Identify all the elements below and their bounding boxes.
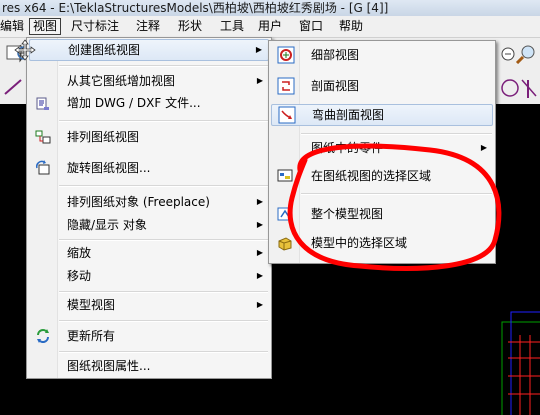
- submenu-arrow-icon: ▶: [256, 76, 263, 85]
- menu-item-arrange-views[interactable]: 排列图纸视图: [29, 126, 269, 148]
- submenu-arrow-icon: ▶: [256, 220, 263, 229]
- menu-item-curved-section-view[interactable]: 弯曲剖面视图: [271, 104, 493, 126]
- menu-item-model-view[interactable]: 模型视图 ▶: [29, 294, 269, 316]
- menu-item-add-view-from-other[interactable]: 从其它图纸增加视图 ▶: [29, 70, 269, 92]
- arrange-views-icon: [35, 130, 51, 144]
- menu-item-label: 排列图纸视图: [67, 130, 140, 144]
- menu-item-zoom[interactable]: 缩放 ▶: [29, 242, 269, 264]
- menu-item-label: 图纸中的零件: [311, 141, 384, 155]
- update-all-icon: [37, 329, 49, 343]
- menu-separator: [59, 351, 268, 353]
- submenu-arrow-icon: ▶: [256, 300, 263, 309]
- area-in-model-icon: [278, 237, 292, 251]
- menu-separator: [301, 193, 492, 195]
- menu-separator: [59, 291, 268, 293]
- create-view-submenu: 细部视图 剖面视图 弯曲剖面视图 图纸中的零件 ▶ 在图纸视图的选择区域 整个模…: [268, 40, 496, 264]
- menu-item-label: 整个模型视图: [311, 207, 384, 221]
- menu-item-section-view[interactable]: 剖面视图: [271, 75, 493, 97]
- menu-item-parts-in-drawing[interactable]: 图纸中的零件 ▶: [271, 137, 493, 159]
- menu-separator: [59, 120, 268, 122]
- menu-item-detail-view[interactable]: 细部视图: [271, 44, 493, 66]
- menu-item-label: 细部视图: [311, 48, 360, 62]
- menu-item-label: 更新所有: [67, 329, 116, 343]
- menu-item-label: 隐藏/显示 对象: [67, 218, 147, 232]
- menu-separator: [301, 133, 492, 135]
- menu-item-label: 在图纸视图的选择区域: [311, 169, 432, 183]
- menu-item-label: 创建图纸视图: [68, 43, 141, 57]
- rotate-view-icon: [36, 160, 50, 175]
- menu-item-label: 弯曲剖面视图: [312, 108, 385, 122]
- detail-view-icon: [277, 46, 295, 64]
- menu-item-label: 图纸视图属性...: [67, 359, 151, 373]
- menu-separator: [59, 239, 268, 241]
- curved-section-view-icon: [278, 106, 296, 124]
- menu-item-hide-show-objects[interactable]: 隐藏/显示 对象 ▶: [29, 214, 269, 236]
- submenu-arrow-icon: ▶: [256, 271, 263, 280]
- whole-model-view-icon: [277, 207, 291, 221]
- menu-item-label: 剖面视图: [311, 79, 360, 93]
- submenu-arrow-icon: ▶: [255, 45, 262, 54]
- dwg-file-icon: [36, 97, 49, 110]
- menu-item-create-drawing-view[interactable]: 创建图纸视图 ▶: [14, 39, 269, 61]
- menu-item-whole-model-view[interactable]: 整个模型视图: [271, 203, 493, 225]
- menu-item-label: 从其它图纸增加视图: [67, 74, 176, 88]
- submenu-arrow-icon: ▶: [480, 143, 487, 152]
- menu-item-label: 模型中的选择区域: [311, 236, 408, 250]
- menu-item-area-in-model[interactable]: 模型中的选择区域: [271, 232, 493, 254]
- menu-item-label: 模型视图: [67, 298, 116, 312]
- menu-item-update-all[interactable]: 更新所有: [29, 325, 269, 347]
- menu-item-arrange-objects-freeplace[interactable]: 排列图纸对象 (Freeplace) ▶: [29, 191, 269, 213]
- menu-separator: [59, 185, 268, 187]
- menu-separator: [59, 320, 268, 322]
- submenu-arrow-icon: ▶: [256, 248, 263, 257]
- submenu-arrow-icon: ▶: [256, 197, 263, 206]
- menu-item-label: 增加 DWG / DXF 文件...: [67, 96, 201, 110]
- menu-item-label: 缩放: [67, 246, 92, 260]
- menu-item-label: 移动: [67, 269, 92, 283]
- menu-item-area-in-drawing-view[interactable]: 在图纸视图的选择区域: [271, 165, 493, 187]
- area-in-view-icon: [277, 169, 293, 182]
- menu-item-move[interactable]: 移动 ▶: [29, 265, 269, 287]
- menu-separator: [59, 65, 268, 67]
- menu-item-label: 旋转图纸视图...: [67, 161, 151, 175]
- section-view-icon: [277, 77, 295, 95]
- menu-item-rotate-view[interactable]: 旋转图纸视图...: [29, 157, 269, 179]
- view-menu-dropdown: 创建图纸视图 ▶ 从其它图纸增加视图 ▶ 增加 DWG / DXF 文件... …: [14, 37, 272, 379]
- move-view-icon: [14, 39, 36, 61]
- menu-item-add-dwg-dxf[interactable]: 增加 DWG / DXF 文件...: [29, 92, 269, 114]
- menu-item-drawing-view-properties[interactable]: 图纸视图属性...: [29, 355, 269, 377]
- menu-item-label: 排列图纸对象 (Freeplace): [67, 195, 210, 209]
